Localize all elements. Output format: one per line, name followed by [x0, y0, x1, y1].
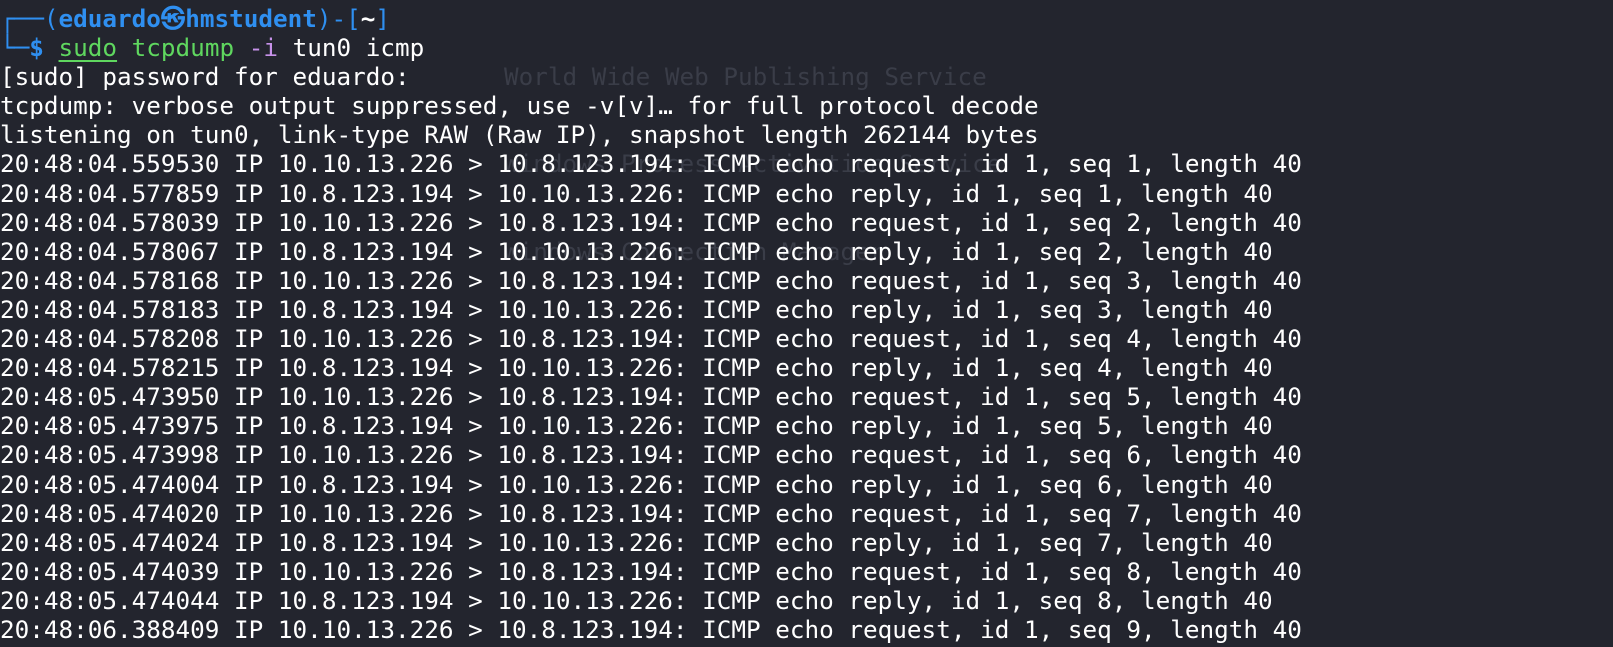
- prompt-path: ~: [360, 4, 376, 33]
- listening-info: listening on tun0, link-type RAW (Raw IP…: [0, 120, 1039, 150]
- prompt-frame-mid: )-[: [316, 4, 361, 33]
- packet-line: 20:48:06.388409 IP 10.10.13.226 > 10.8.1…: [0, 614, 1302, 644]
- terminal-output[interactable]: ┌──(eduardo㉿hmstudent)-[~] └─$ sudo tcpd…: [0, 4, 1613, 644]
- packet-line: 20:48:04.559530 IP 10.10.13.226 > 10.8.1…: [0, 149, 1302, 179]
- command-tcpdump: tcpdump: [117, 33, 235, 63]
- prompt-username: eduardo: [58, 4, 161, 33]
- command-line[interactable]: └─$ sudo tcpdump -i tun0 icmp: [0, 33, 1613, 62]
- terminal-window[interactable]: World Wide Web Publishing Service Window…: [0, 0, 1613, 647]
- packet-line: 20:48:05.474044 IP 10.8.123.194 > 10.10.…: [0, 585, 1273, 615]
- packet-line: 20:48:04.578183 IP 10.8.123.194 > 10.10.…: [0, 294, 1273, 324]
- packet-line: 20:48:04.578039 IP 10.10.13.226 > 10.8.1…: [0, 207, 1302, 237]
- packet-line: 20:48:04.578208 IP 10.10.13.226 > 10.8.1…: [0, 324, 1302, 354]
- packet-line: 20:48:04.578168 IP 10.10.13.226 > 10.8.1…: [0, 265, 1302, 295]
- packet-line: 20:48:04.577859 IP 10.8.123.194 > 10.10.…: [0, 178, 1273, 208]
- prompt-frame-end: ]: [375, 4, 391, 33]
- command-sudo: sudo: [58, 33, 118, 63]
- prompt-dollar: $: [29, 33, 59, 63]
- prompt-frame-bottom: └─: [0, 33, 30, 63]
- command-flag: -i: [234, 33, 278, 63]
- packet-line: 20:48:05.473975 IP 10.8.123.194 > 10.10.…: [0, 411, 1273, 441]
- prompt-line-1: ┌──(eduardo㉿hmstudent)-[~]: [0, 4, 1613, 33]
- sudo-password-prompt: [sudo] password for eduardo:: [0, 62, 410, 92]
- packet-line: 20:48:05.473998 IP 10.10.13.226 > 10.8.1…: [0, 440, 1302, 470]
- packet-line: 20:48:04.578067 IP 10.8.123.194 > 10.10.…: [0, 236, 1273, 266]
- prompt-hostname: hmstudent: [185, 4, 317, 33]
- packet-line: 20:48:05.474024 IP 10.8.123.194 > 10.10.…: [0, 527, 1273, 557]
- packet-line: 20:48:05.474020 IP 10.10.13.226 > 10.8.1…: [0, 498, 1302, 528]
- prompt-frame-top: ┌──(: [0, 4, 59, 33]
- packet-line: 20:48:05.473950 IP 10.10.13.226 > 10.8.1…: [0, 382, 1302, 412]
- packet-line: 20:48:04.578215 IP 10.8.123.194 > 10.10.…: [0, 353, 1273, 383]
- verbose-note: tcpdump: verbose output suppressed, use …: [0, 91, 1039, 121]
- packet-line: 20:48:05.474039 IP 10.10.13.226 > 10.8.1…: [0, 556, 1302, 586]
- skull-icon: ㉿: [160, 4, 186, 33]
- packet-line: 20:48:05.474004 IP 10.8.123.194 > 10.10.…: [0, 469, 1273, 499]
- command-args: tun0 icmp: [277, 33, 425, 63]
